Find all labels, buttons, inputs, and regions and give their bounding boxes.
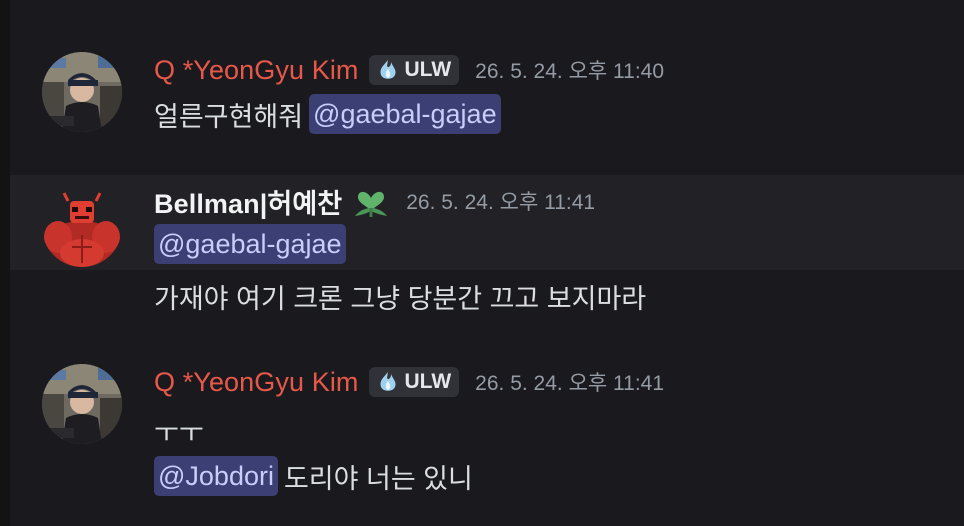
message-text: 가재야 여기 크론 그냥 당분간 끄고 보지마라: [154, 274, 646, 318]
message-content: 얼른구현해줘 @gaebal-gajae: [154, 92, 501, 136]
yeongyu-avatar-icon: [42, 52, 122, 132]
avatar-yeongyu[interactable]: [42, 52, 122, 132]
previous-message-fragment: [60, 0, 130, 4]
message-text-content: 가재야 여기 크론 그냥 당분간 끄고 보지마라: [154, 283, 647, 314]
server-tag[interactable]: ULW: [368, 367, 460, 397]
message-text: 얼른구현해줘: [154, 101, 304, 132]
message-content: @Jobdori 도리야 너는 있니: [154, 454, 473, 498]
author-name[interactable]: Bellman|허예찬: [154, 182, 342, 221]
server-sidebar-edge: [0, 0, 10, 526]
avatar-yeongyu[interactable]: [42, 364, 122, 444]
message-text-content: ㅜㅜ: [154, 417, 204, 448]
message-header: Bellman|허예찬 26. 5. 24. 오후 11:41: [154, 183, 595, 219]
timestamp[interactable]: 26. 5. 24. 오후 11:41: [406, 186, 595, 216]
timestamp[interactable]: 26. 5. 24. 오후 11:40: [475, 55, 664, 85]
message-group-2[interactable]: Bellman|허예찬 26. 5. 24. 오후 11:41 @gaebal-…: [10, 175, 964, 270]
message-text-content: 도리야 너는 있니: [283, 463, 473, 494]
message-header: Q *YeonGyu Kim ULW 26. 5. 24. 오후 11:40: [154, 52, 664, 88]
message-mention-line: @gaebal-gajae: [154, 222, 346, 266]
message-group-3[interactable]: Q *YeonGyu Kim ULW 26. 5. 24. 오후 11:41 ㅜ…: [10, 352, 964, 526]
green-heart-leaf-icon[interactable]: [352, 184, 390, 218]
message-header: Q *YeonGyu Kim ULW 26. 5. 24. 오후 11:41: [154, 364, 664, 400]
mention-gaebal-gajae[interactable]: @gaebal-gajae: [154, 224, 346, 264]
bellman-avatar-icon: [42, 187, 122, 267]
timestamp[interactable]: 26. 5. 24. 오후 11:41: [475, 367, 664, 397]
chat-message-list: Q *YeonGyu Kim ULW 26. 5. 24. 오후 11:40 얼…: [0, 0, 964, 526]
server-tag-label: ULW: [404, 370, 452, 393]
crystal-flame-icon: [379, 60, 396, 79]
server-tag-label: ULW: [404, 58, 452, 81]
author-name[interactable]: Q *YeonGyu Kim: [154, 367, 359, 398]
mention-gaebal-gajae[interactable]: @gaebal-gajae: [309, 94, 501, 134]
crystal-flame-icon: [379, 372, 396, 391]
mention-jobdori[interactable]: @Jobdori: [154, 456, 278, 496]
yeongyu-avatar-icon: [42, 364, 122, 444]
author-name[interactable]: Q *YeonGyu Kim: [154, 55, 359, 86]
avatar-bellman[interactable]: [42, 187, 122, 267]
server-tag[interactable]: ULW: [368, 55, 460, 85]
message-group-1[interactable]: Q *YeonGyu Kim ULW 26. 5. 24. 오후 11:40 얼…: [10, 40, 964, 150]
message-text: ㅜㅜ: [154, 410, 204, 450]
